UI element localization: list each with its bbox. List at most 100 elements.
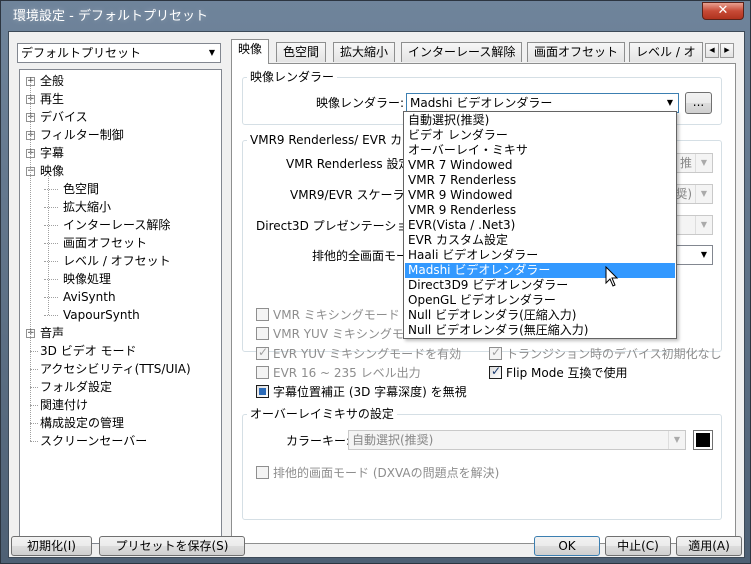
tree-item-label: 字幕 xyxy=(40,146,65,160)
tree-connector xyxy=(44,243,58,244)
tab-scroll-left-icon[interactable]: ◀ xyxy=(705,43,719,58)
dropdown-option[interactable]: VMR 7 Renderless xyxy=(405,173,675,188)
vmr-group-title: VMR9 Renderless/ EVR カスタ xyxy=(247,133,430,147)
tree-item-label: 映像処理 xyxy=(63,272,112,286)
tree-connector xyxy=(44,315,58,316)
dropdown-option[interactable]: VMR 9 Renderless xyxy=(405,203,675,218)
tree-connector xyxy=(44,261,58,262)
tree-item-label: デバイス xyxy=(40,110,88,124)
vmr-yuv-checkbox[interactable] xyxy=(256,327,269,340)
tab-strip: 映像 色空間 拡大縮小 インターレース解除 画面オフセット レベル / オ ◀ … xyxy=(231,39,736,64)
tree-item[interactable]: 構成設定の管理 xyxy=(26,414,124,432)
tree-item[interactable]: + 音声 xyxy=(26,324,64,342)
tree-item[interactable]: AviSynth xyxy=(44,288,116,306)
chevron-down-icon: ▼ xyxy=(668,431,685,449)
tree-connector xyxy=(30,441,38,442)
tree-item-label: 拡大縮小 xyxy=(63,200,112,214)
dropdown-option[interactable]: Direct3D9 ビデオレンダラー xyxy=(405,278,675,293)
tree-connector xyxy=(44,207,58,208)
reset-button[interactable]: 初期化(I) xyxy=(11,536,92,556)
dropdown-option[interactable]: VMR 7 Windowed xyxy=(405,158,675,173)
tree-item-label: アクセシビリティ(TTS/UIA) xyxy=(40,362,191,376)
tree-item[interactable]: アクセシビリティ(TTS/UIA) xyxy=(26,360,191,378)
colorkey-swatch-button[interactable] xyxy=(693,430,713,450)
tree-connector xyxy=(44,279,58,280)
renderer-dropdown-list[interactable]: 自動選択(推奨) ビデオ レンダラー オーバーレイ・ミキサ VMR 7 Windowe… xyxy=(403,111,677,339)
tree-item[interactable]: スクリーンセーバー xyxy=(26,432,147,450)
settings-tree[interactable]: + 全般 + 再生 + デバイス + フィルター制御 + 字幕 − 映像 色空間拡大縮小インターレース解… xyxy=(19,69,222,544)
window-title: 環境設定 - デフォルトプリセット xyxy=(13,9,208,24)
colorkey-select[interactable]: 自動選択(推奨) ▼ xyxy=(348,430,686,450)
colorkey-label: カラーキー: xyxy=(286,434,351,448)
dropdown-option[interactable]: OpenGL ビデオレンダラー xyxy=(405,293,675,308)
dropdown-option[interactable]: VMR 9 Windowed xyxy=(405,188,675,203)
evr-range-checkbox[interactable] xyxy=(256,366,269,379)
tree-item[interactable]: + 全般 xyxy=(26,72,64,90)
transition-checkbox[interactable] xyxy=(489,345,502,360)
tab-scaling[interactable]: 拡大縮小 xyxy=(333,42,396,62)
dropdown-option[interactable]: ビデオ レンダラー xyxy=(405,128,675,143)
flip-mode-checkbox[interactable] xyxy=(489,364,502,379)
tree-item[interactable]: + フィルター制御 xyxy=(26,126,124,144)
tree-item[interactable]: 映像処理 xyxy=(44,270,112,288)
tree-item-label: 画面オフセット xyxy=(63,236,148,250)
tab-level-offset[interactable]: レベル / オ xyxy=(629,42,703,62)
tab-video[interactable]: 映像 xyxy=(231,39,270,64)
ok-button[interactable]: OK xyxy=(534,536,600,556)
tab-scroll-right-icon[interactable]: ▶ xyxy=(720,43,734,58)
dropdown-option[interactable]: Null ビデオレンダラ(無圧縮入力) xyxy=(405,323,675,338)
tree-item-label: インターレース解除 xyxy=(63,218,171,232)
dropdown-option[interactable]: オーバーレイ・ミキサ xyxy=(405,143,675,158)
scaler-label: VMR9/EVR スケーラ xyxy=(290,188,405,202)
preset-select[interactable]: デフォルトプリセット ▼ xyxy=(17,43,221,63)
tree-item[interactable]: 拡大縮小 xyxy=(44,198,112,216)
colorkey-select-value: 自動選択(推奨) xyxy=(352,433,434,447)
save-preset-button[interactable]: プリセットを保存(S) xyxy=(99,536,245,556)
tree-item[interactable]: 関連付け xyxy=(26,396,88,414)
tree-item[interactable]: + 再生 xyxy=(26,90,64,108)
chevron-down-icon: ▼ xyxy=(695,216,712,234)
tree-connector xyxy=(44,189,58,190)
close-button[interactable]: ✕ xyxy=(702,2,744,20)
subtitle-position-checkbox[interactable] xyxy=(256,385,269,398)
tree-item[interactable]: インターレース解除 xyxy=(44,216,171,234)
dropdown-option[interactable]: 自動選択(推奨) xyxy=(405,113,675,128)
tree-item-label: フィルター制御 xyxy=(40,128,124,142)
tree-item[interactable]: 色空間 xyxy=(44,180,99,198)
apply-button[interactable]: 適用(A) xyxy=(676,536,742,556)
renderer-settings-button[interactable]: ... xyxy=(685,92,712,114)
renderer-select[interactable]: Madshi ビデオレンダラー ▼ xyxy=(406,93,679,113)
evr-yuv-checkbox[interactable] xyxy=(256,345,269,360)
tab-screen-offset[interactable]: 画面オフセット xyxy=(527,42,626,62)
tree-item-label: 映像 xyxy=(40,164,65,178)
tree-item[interactable]: − 映像 xyxy=(26,162,64,180)
tree-item[interactable]: 3D ビデオ モード xyxy=(26,342,137,360)
tree-item[interactable]: レベル / オフセット xyxy=(44,252,171,270)
tree-item-label: スクリーンセーバー xyxy=(40,434,148,448)
tree-connector xyxy=(30,405,38,406)
colorkey-swatch-color xyxy=(696,433,710,447)
renderer-group-title: 映像レンダラー xyxy=(247,70,338,84)
dropdown-option[interactable]: Madshi ビデオレンダラー xyxy=(405,263,675,278)
tree-connector xyxy=(30,387,38,388)
cancel-button[interactable]: 中止(C) xyxy=(605,536,671,556)
dropdown-option[interactable]: EVR(Vista / .Net3) xyxy=(405,218,675,233)
evr-range-label: EVR 16 ~ 235 レベル出力 xyxy=(273,366,421,380)
tree-item[interactable]: フォルダ設定 xyxy=(26,378,112,396)
exclusive-mode-checkbox[interactable] xyxy=(256,466,269,479)
dropdown-option[interactable]: EVR カスタム設定 xyxy=(405,233,675,248)
title-bar[interactable]: 環境設定 - デフォルトプリセット ✕ xyxy=(1,1,750,27)
tree-item-label: 全般 xyxy=(40,74,65,88)
tree-item-label: レベル / オフセット xyxy=(63,254,171,268)
tree-item[interactable]: + 字幕 xyxy=(26,144,64,162)
chevron-down-icon: ▼ xyxy=(666,98,674,107)
vmr-mixing-checkbox[interactable] xyxy=(256,308,269,321)
scaler-select-value: 奨) xyxy=(675,187,692,201)
dropdown-option[interactable]: Haali ビデオレンダラー xyxy=(405,248,675,263)
dropdown-option[interactable]: Null ビデオレンダラ(圧縮入力) xyxy=(405,308,675,323)
tab-color-space[interactable]: 色空間 xyxy=(276,42,327,62)
tab-deinterlace[interactable]: インターレース解除 xyxy=(401,42,523,62)
tree-item[interactable]: VapourSynth xyxy=(44,306,140,324)
tree-item[interactable]: + デバイス xyxy=(26,108,88,126)
tree-item[interactable]: 画面オフセット xyxy=(44,234,148,252)
